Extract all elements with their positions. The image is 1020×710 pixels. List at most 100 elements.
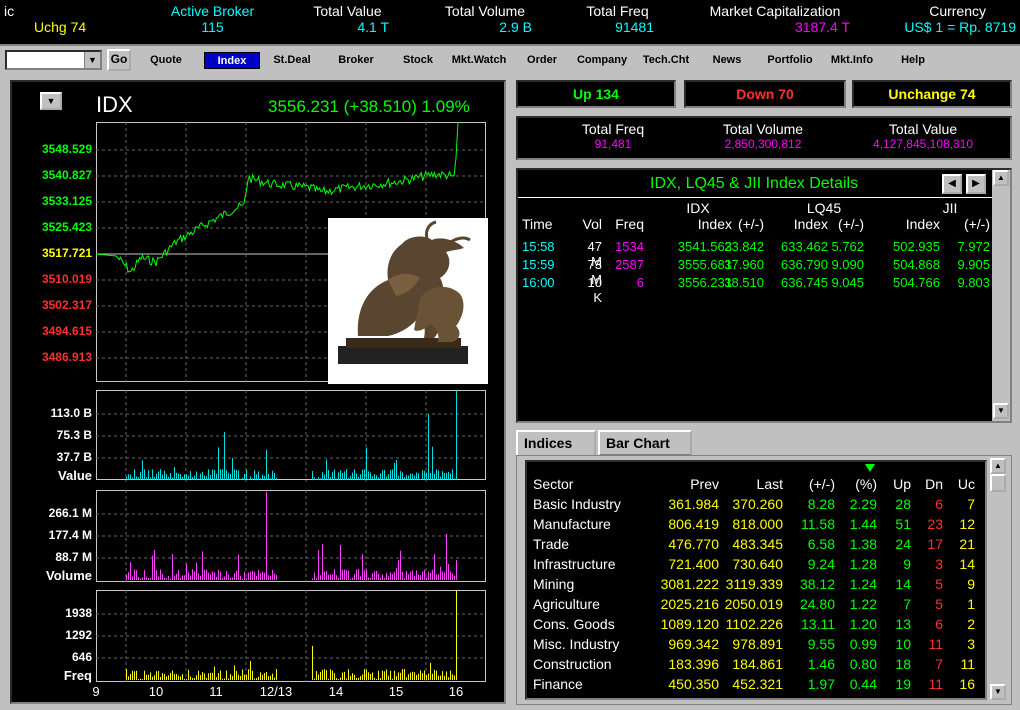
index-menu-dropdown[interactable]: ▼ xyxy=(40,92,62,110)
unchanged-badge: Unchange 74 xyxy=(852,80,1012,108)
bar xyxy=(346,678,347,680)
bar xyxy=(342,569,343,580)
bar xyxy=(198,573,199,580)
ticker-head: Currency xyxy=(929,3,986,19)
bar xyxy=(244,674,245,680)
toolbar-news-button[interactable]: News xyxy=(708,52,746,69)
sector-col-head[interactable]: Up xyxy=(879,476,911,492)
stock-code-combo[interactable]: ▼ xyxy=(5,50,102,70)
bar xyxy=(266,450,267,480)
bar xyxy=(214,572,215,580)
bar xyxy=(172,670,173,680)
sector-col-head[interactable]: Uc xyxy=(945,476,975,492)
bar xyxy=(436,670,437,680)
bar xyxy=(364,669,365,680)
bar xyxy=(408,475,409,480)
totals-value: 4,127,845,108,310 xyxy=(872,137,974,151)
sector-col-head[interactable]: (%) xyxy=(839,476,877,492)
ticker-value: Uchg 74 xyxy=(34,19,87,35)
toolbar-company-button[interactable]: Company xyxy=(574,52,630,69)
bar xyxy=(256,678,257,680)
bar xyxy=(214,666,215,680)
toolbar-mktwatch-button[interactable]: Mkt.Watch xyxy=(448,52,510,69)
sector-scrollbar[interactable]: ▲ ▼ xyxy=(989,458,1007,702)
bar xyxy=(392,573,393,580)
bar xyxy=(332,670,333,680)
triangle-down-icon: ▼ xyxy=(994,687,1002,696)
price-tick-label: 3510.019 xyxy=(41,272,92,286)
toolbar-mktinfo-button[interactable]: Mkt.Info xyxy=(826,52,878,69)
scroll-up-button[interactable]: ▲ xyxy=(990,458,1006,474)
price-tick-label: 3525.423 xyxy=(41,220,92,234)
chevron-down-icon[interactable]: ▼ xyxy=(84,52,100,68)
bar xyxy=(354,674,355,680)
scroll-thumb[interactable] xyxy=(990,474,1006,492)
details-col-head: Vol xyxy=(582,216,602,232)
scroll-up-button[interactable]: ▲ xyxy=(993,170,1009,186)
bar xyxy=(180,676,181,680)
toolbar-order-button[interactable]: Order xyxy=(522,52,562,69)
bar xyxy=(206,569,207,580)
bar xyxy=(208,572,209,580)
market-totals: Total Freq 91,481 Total Volume 2,850,300… xyxy=(516,116,1012,160)
next-page-button[interactable]: ▶ xyxy=(966,174,986,194)
bar xyxy=(198,478,199,480)
bar xyxy=(138,477,139,480)
details-scrollbar[interactable]: ▲ ▼ xyxy=(992,170,1010,421)
bar xyxy=(316,671,317,680)
sector-cell: 7 xyxy=(903,596,911,612)
bar xyxy=(158,576,159,580)
ticker-value: US$ 1 = Rp. 8719 xyxy=(904,19,1016,35)
sector-col-head[interactable]: Last xyxy=(723,476,783,492)
toolbar-portfolio-button[interactable]: Portfolio xyxy=(764,52,816,69)
toolbar-help-button[interactable]: Help xyxy=(896,52,930,69)
go-button[interactable]: Go xyxy=(107,49,131,71)
divider xyxy=(518,197,992,198)
bar xyxy=(188,669,189,680)
bar xyxy=(130,562,131,580)
bar xyxy=(392,469,393,480)
bar xyxy=(220,670,221,680)
bar xyxy=(272,570,273,580)
prev-page-button[interactable]: ◀ xyxy=(942,174,962,194)
totals-volume: Total Volume 2,850,300,812 xyxy=(688,121,838,151)
bar xyxy=(238,554,239,580)
price-tick-label: 3540.827 xyxy=(41,168,92,182)
bar xyxy=(198,670,199,680)
sector-col-head[interactable]: Dn xyxy=(913,476,943,492)
tab-bar-chart[interactable]: Bar Chart xyxy=(598,430,692,456)
ticker-item-active-broker: Active Broker 115 xyxy=(150,3,275,35)
bar xyxy=(448,563,449,580)
toolbar-index-button[interactable]: Index xyxy=(204,52,260,69)
bar xyxy=(396,676,397,680)
sector-col-head[interactable]: Sector xyxy=(533,476,653,492)
bar xyxy=(200,575,201,580)
toolbar-stdeal-button[interactable]: St.Deal xyxy=(268,52,316,69)
sector-col-head[interactable]: Prev xyxy=(655,476,719,492)
toolbar-stock-button[interactable]: Stock xyxy=(398,52,438,69)
bar xyxy=(226,470,227,480)
bar xyxy=(252,570,253,580)
bar xyxy=(362,674,363,680)
sector-col-head[interactable]: (+/-) xyxy=(785,476,835,492)
totals-value-col: Total Value 4,127,845,108,310 xyxy=(848,121,998,151)
scroll-down-button[interactable]: ▼ xyxy=(993,403,1009,419)
tab-indices[interactable]: Indices xyxy=(516,430,596,456)
bar xyxy=(218,569,219,580)
bar xyxy=(402,572,403,580)
bar xyxy=(266,671,267,680)
bar xyxy=(190,676,191,680)
bar xyxy=(420,670,421,680)
bar xyxy=(390,572,391,580)
scroll-down-button[interactable]: ▼ xyxy=(990,684,1006,700)
bar xyxy=(396,568,397,580)
toolbar-broker-button[interactable]: Broker xyxy=(334,52,378,69)
bar xyxy=(240,478,241,480)
ticker-head: Market Capitalization xyxy=(709,3,841,19)
toolbar-techcht-button[interactable]: Tech.Cht xyxy=(638,52,694,69)
sector-cell: 1 xyxy=(967,596,975,612)
bar xyxy=(336,478,337,480)
bar xyxy=(126,476,127,480)
bar xyxy=(384,671,385,680)
toolbar-quote-button[interactable]: Quote xyxy=(146,52,186,69)
